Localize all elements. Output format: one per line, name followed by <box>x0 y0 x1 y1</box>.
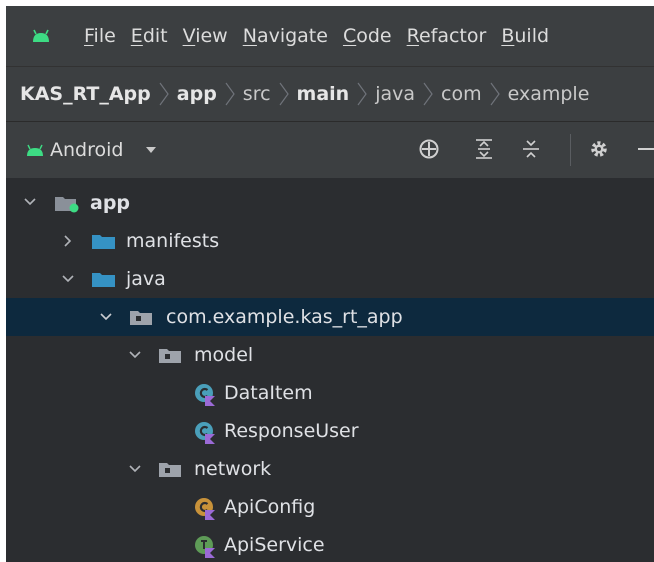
breadcrumb-src[interactable]: src <box>243 83 271 105</box>
tree-row-network[interactable]: network <box>6 450 654 488</box>
package-icon <box>159 463 181 477</box>
hide-panel-icon[interactable] <box>636 138 654 160</box>
menu-bar: File Edit View Navigate Code Refactor Bu… <box>6 6 654 66</box>
module-folder-icon <box>55 197 79 213</box>
chevron-down-icon[interactable] <box>99 310 113 324</box>
chevron-down-icon[interactable] <box>128 348 142 362</box>
breadcrumb-separator-icon <box>423 82 433 106</box>
tree-row-package[interactable]: com.example.kas_rt_app <box>6 298 654 336</box>
view-selector-label[interactable]: Android <box>50 139 123 161</box>
select-opened-file-icon[interactable] <box>418 138 440 160</box>
tree-label-manifests: manifests <box>126 230 220 252</box>
breadcrumb-example[interactable]: example <box>508 83 590 105</box>
menu-view[interactable]: View <box>183 25 228 47</box>
breadcrumb-java[interactable]: java <box>375 83 415 105</box>
kotlin-interface-icon <box>195 536 215 558</box>
tree-label-api-config: ApiConfig <box>224 496 316 518</box>
android-icon <box>27 144 43 156</box>
chevron-down-icon[interactable] <box>128 462 142 476</box>
gear-icon[interactable] <box>588 138 610 160</box>
menu-edit[interactable]: Edit <box>131 25 168 47</box>
breadcrumb-com[interactable]: com <box>441 83 482 105</box>
tree-label-response-user: ResponseUser <box>224 420 359 442</box>
chevron-down-icon[interactable] <box>23 195 37 209</box>
chevron-down-icon[interactable] <box>145 146 157 154</box>
menu-code[interactable]: Code <box>343 25 392 47</box>
chevron-right-icon[interactable] <box>61 234 75 248</box>
breadcrumb-separator-icon <box>159 82 169 106</box>
tree-label-java: java <box>126 268 166 290</box>
tree-row-response-user[interactable]: ResponseUser <box>6 412 654 450</box>
menu-file[interactable]: File <box>84 25 116 47</box>
breadcrumb-separator-icon <box>225 82 235 106</box>
source-folder-icon <box>92 273 115 287</box>
tree-label-package: com.example.kas_rt_app <box>166 306 403 328</box>
tree-label-data-item: DataItem <box>224 382 313 404</box>
menu-build[interactable]: Build <box>501 25 549 47</box>
tree-row-java[interactable]: java <box>6 260 654 298</box>
tree-label-network: network <box>194 458 272 480</box>
chevron-down-icon[interactable] <box>61 272 75 286</box>
kotlin-class-icon <box>195 422 215 444</box>
tree-label-app: app <box>90 192 131 214</box>
tree-row-data-item[interactable]: DataItem <box>6 374 654 412</box>
tree-row-api-config[interactable]: ApiConfig <box>6 488 654 526</box>
package-icon <box>130 311 152 325</box>
kotlin-object-icon <box>195 498 215 520</box>
breadcrumb-app[interactable]: app <box>177 83 217 105</box>
breadcrumb-separator-icon <box>490 82 500 106</box>
breadcrumb: KAS_RT_App app src main java com example <box>6 66 654 122</box>
tree-row-manifests[interactable]: manifests <box>6 222 654 260</box>
collapse-all-icon[interactable] <box>520 138 542 160</box>
tree-label-api-service: ApiService <box>224 534 325 556</box>
kotlin-class-icon <box>195 384 215 406</box>
breadcrumb-separator-icon <box>279 82 289 106</box>
tree-row-api-service[interactable]: ApiService <box>6 526 654 562</box>
android-studio-logo-icon[interactable] <box>30 25 52 47</box>
breadcrumb-main[interactable]: main <box>297 83 350 105</box>
tree-row-app[interactable]: app <box>6 184 654 222</box>
folder-icon <box>92 235 115 249</box>
breadcrumb-separator-icon <box>357 82 367 106</box>
tree-row-model[interactable]: model <box>6 336 654 374</box>
breadcrumb-project[interactable]: KAS_RT_App <box>20 83 151 105</box>
expand-all-icon[interactable] <box>473 138 495 160</box>
package-icon <box>159 349 181 363</box>
tree-label-model: model <box>194 344 254 366</box>
android-studio-window: File Edit View Navigate Code Refactor Bu… <box>6 6 654 562</box>
project-tree: app manifests java com.example.kas_rt_ap… <box>6 178 654 562</box>
project-view-toolbar: Android <box>6 122 654 178</box>
menu-refactor[interactable]: Refactor <box>407 25 487 47</box>
menu-navigate[interactable]: Navigate <box>243 25 328 47</box>
toolbar-divider <box>570 134 571 166</box>
